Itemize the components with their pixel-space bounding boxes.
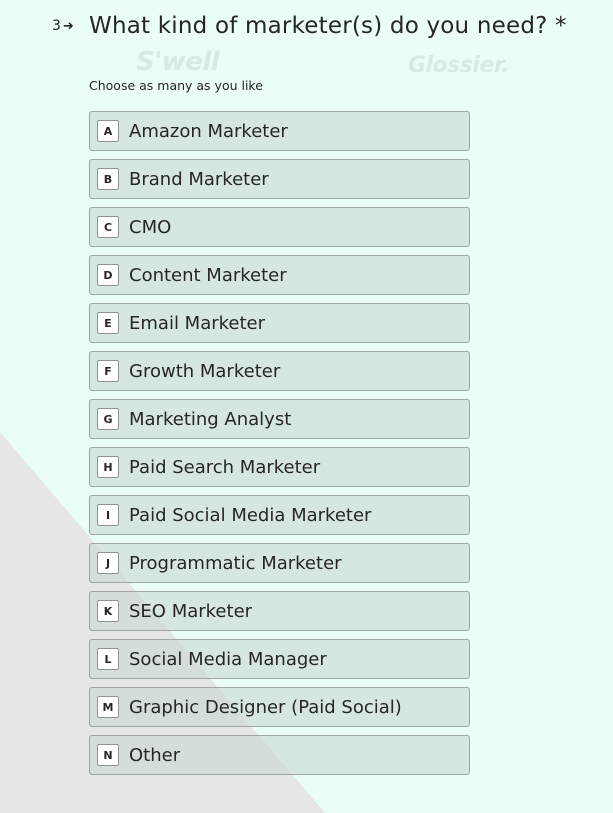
choice-key: F — [97, 360, 119, 382]
choice-option[interactable]: J Programmatic Marketer — [89, 543, 470, 583]
choice-key: C — [97, 216, 119, 238]
choice-label: Amazon Marketer — [129, 120, 288, 142]
choice-key: A — [97, 120, 119, 142]
choice-label: Marketing Analyst — [129, 408, 292, 430]
choice-key: K — [97, 600, 119, 622]
choice-label: CMO — [129, 216, 172, 238]
choice-option[interactable]: M Graphic Designer (Paid Social) — [89, 687, 470, 727]
choice-key: H — [97, 456, 119, 478]
choice-option[interactable]: A Amazon Marketer — [89, 111, 470, 151]
glossier-logo: Glossier. — [408, 53, 509, 78]
choice-label: Email Marketer — [129, 312, 266, 334]
choice-key: N — [97, 744, 119, 766]
choice-key: E — [97, 312, 119, 334]
choice-option[interactable]: L Social Media Manager — [89, 639, 470, 679]
choice-label: Paid Search Marketer — [129, 456, 321, 478]
choice-label: Other — [129, 744, 181, 766]
choice-option[interactable]: E Email Marketer — [89, 303, 470, 343]
choice-option[interactable]: C CMO — [89, 207, 470, 247]
choice-label: Brand Marketer — [129, 168, 269, 190]
question-number: 3 ➜ — [52, 18, 74, 34]
choice-label: SEO Marketer — [129, 600, 253, 622]
choice-option[interactable]: N Other — [89, 735, 470, 775]
choice-option[interactable]: K SEO Marketer — [89, 591, 470, 631]
choice-label: Paid Social Media Marketer — [129, 504, 372, 526]
choice-option[interactable]: B Brand Marketer — [89, 159, 470, 199]
question-title: What kind of marketer(s) do you need? * — [89, 13, 567, 39]
choice-label: Growth Marketer — [129, 360, 281, 382]
choice-label: Graphic Designer (Paid Social) — [129, 696, 402, 718]
choice-key: D — [97, 264, 119, 286]
choice-list: A Amazon Marketer B Brand Marketer C CMO DC… — [89, 111, 470, 783]
question-hint: Choose as many as you like — [89, 78, 263, 93]
choice-option[interactable]: F Growth Marketer — [89, 351, 470, 391]
choice-label: Content Marketer — [129, 264, 287, 286]
question-number-label: 3 — [52, 18, 61, 34]
choice-key: I — [97, 504, 119, 526]
choice-key: L — [97, 648, 119, 670]
choice-key: B — [97, 168, 119, 190]
arrow-right-icon: ➜ — [62, 19, 74, 34]
choice-option[interactable]: I Paid Social Media Marketer — [89, 495, 470, 535]
choice-key: M — [97, 696, 119, 718]
choice-key: J — [97, 552, 119, 574]
swell-logo: S'well — [136, 47, 220, 77]
choice-key: G — [97, 408, 119, 430]
choice-label: Social Media Manager — [129, 648, 327, 670]
choice-option[interactable]: G Marketing Analyst — [89, 399, 470, 439]
choice-option[interactable]: H Paid Search Marketer — [89, 447, 470, 487]
choice-option[interactable]: D Content Marketer — [89, 255, 470, 295]
choice-label: Programmatic Marketer — [129, 552, 342, 574]
